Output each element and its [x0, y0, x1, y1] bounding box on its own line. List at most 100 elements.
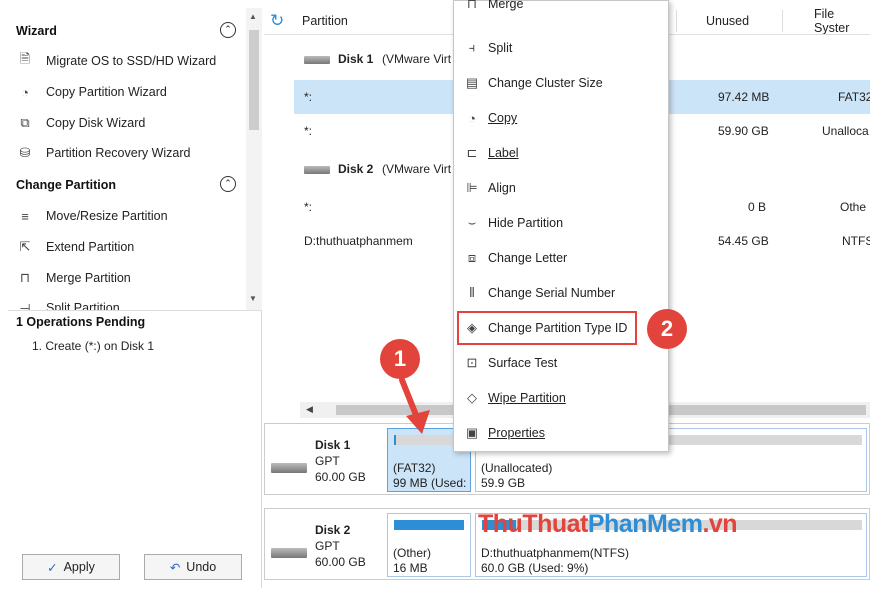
partition-cell: D:thuthuatphanmem — [304, 234, 413, 248]
left-scrollbar[interactable]: ▲ ▼ — [246, 8, 262, 310]
scroll-up-icon[interactable]: ▲ — [249, 12, 257, 21]
merge-partition[interactable]: ⊓ Merge Partition — [16, 267, 246, 289]
partition-line2: 59.9 GB — [481, 476, 526, 490]
menu-label: Merge — [488, 0, 524, 11]
menu-label: Align — [488, 181, 516, 195]
disk2-map-type: GPT — [315, 539, 340, 553]
menu-item-change-serial-number[interactable]: ⦀ Change Serial Number — [454, 278, 668, 308]
partition-cell: *: — [304, 200, 313, 214]
copy-partition-wizard[interactable]: ◔ Copy Partition Wizard — [16, 81, 246, 103]
menu-item-copy[interactable]: ◔ Copy — [454, 103, 668, 133]
usage-bar — [394, 520, 464, 530]
wipe-icon: ◇ — [467, 390, 477, 405]
apply-label: Apply — [63, 560, 95, 574]
col-fs-header[interactable]: File Syster — [814, 7, 870, 35]
label-icon: ⊏ — [466, 145, 478, 160]
disk2-map-name: Disk 2 — [315, 523, 351, 537]
menu-item-label[interactable]: ⊏ Label — [454, 138, 668, 168]
copy-disk-icon: ⧉ — [20, 115, 30, 130]
align-icon: ⊫ — [466, 180, 478, 195]
disk1-name: Disk 1 — [338, 52, 374, 66]
scroll-thumb[interactable] — [249, 30, 259, 130]
migrate-os-wizard[interactable]: 🗎 Migrate OS to SSD/HD Wizard — [16, 50, 246, 72]
nav-label: Partition Recovery Wizard — [46, 146, 191, 160]
col-unused-header[interactable]: Unused — [706, 8, 749, 34]
hide-icon: ⌣ — [467, 215, 477, 230]
fs-cell: Othe — [840, 200, 867, 214]
menu-label: Wipe Partition — [488, 391, 566, 405]
partition-line1: (Unallocated) — [481, 461, 553, 475]
extend-partition[interactable]: ⇱ Extend Partition — [16, 236, 246, 258]
nav-label: Extend Partition — [46, 240, 135, 254]
undo-button[interactable]: ↶ Undo — [144, 554, 242, 580]
partition-line1: D:thuthuatphanmem(NTFS) — [481, 546, 630, 560]
pending-item[interactable]: 1. Create (*:) on Disk 1 — [32, 339, 154, 353]
menu-item-properties[interactable]: ▣ Properties — [454, 418, 668, 448]
menu-item-align[interactable]: ⊫ Align — [454, 173, 668, 203]
unused-cell: 54.45 GB — [718, 234, 769, 248]
partition-line1: (Other) — [393, 546, 432, 560]
disk2-map-icon — [271, 545, 315, 559]
menu-label: Split — [488, 41, 513, 55]
menu-item-hide-partition[interactable]: ⌣ Hide Partition — [454, 208, 668, 238]
menu-label: Properties — [488, 426, 545, 440]
surface-test-icon: ⊡ — [466, 355, 478, 370]
col-partition-header[interactable]: Partition — [302, 8, 348, 34]
menu-label: Hide Partition — [488, 216, 564, 230]
disk-icon — [304, 165, 330, 174]
split-partition[interactable]: ⊣ Split Partition — [16, 298, 246, 310]
nav-label: Move/Resize Partition — [46, 209, 168, 223]
refresh-icon[interactable]: ↻ — [270, 11, 284, 31]
menu-label: Copy — [488, 111, 518, 125]
collapse-wizard-icon[interactable]: ⌃ — [220, 22, 236, 38]
menu-label: Change Letter — [488, 251, 568, 265]
disk2-partition-other[interactable]: (Other) 16 MB — [387, 513, 471, 577]
fs-cell: NTFS — [842, 234, 870, 248]
usage-fill — [394, 435, 396, 445]
split-icon: ⊣ — [19, 301, 31, 310]
divider — [8, 310, 262, 311]
menu-item-split[interactable]: ⫞ Split — [454, 33, 668, 63]
apply-button[interactable]: ✓ Apply — [22, 554, 120, 580]
nav-label: Merge Partition — [46, 271, 131, 285]
copy-disk-wizard[interactable]: ⧉ Copy Disk Wizard — [16, 112, 246, 134]
check-icon: ✓ — [47, 560, 58, 575]
scroll-down-icon[interactable]: ▼ — [249, 294, 257, 303]
disk1-map-name: Disk 1 — [315, 438, 351, 452]
scroll-left-icon[interactable]: ◀ — [306, 404, 313, 415]
move-resize-partition[interactable]: ≡ Move/Resize Partition — [16, 205, 246, 227]
disk1-label-cell: Disk 1 — [304, 52, 373, 66]
wizard-section-title: Wizard — [16, 24, 57, 38]
nav-label: Copy Partition Wizard — [46, 85, 167, 99]
partition-line2: 99 MB (Used: — [393, 476, 467, 490]
fs-cell: FAT32 — [838, 90, 870, 104]
properties-icon: ▣ — [465, 425, 479, 440]
menu-item-change-letter[interactable]: ⧈ Change Letter — [454, 243, 668, 273]
partition-line2: 60.0 GB (Used: 9%) — [481, 561, 589, 575]
undo-icon: ↶ — [169, 560, 181, 575]
menu-item-wipe-partition[interactable]: ◇ Wipe Partition — [454, 383, 668, 413]
fs-cell: Unalloca — [822, 124, 869, 138]
watermark-part3: .vn — [702, 510, 738, 538]
unused-cell: 97.42 MB — [718, 90, 770, 104]
disk-icon — [304, 55, 330, 64]
undo-label: Undo — [186, 560, 217, 574]
serial-number-icon: ⦀ — [469, 285, 475, 300]
col-separator — [782, 10, 783, 32]
menu-item-change-cluster-size[interactable]: ▤ Change Cluster Size — [454, 68, 668, 98]
menu-label: Surface Test — [488, 356, 558, 370]
collapse-change-icon[interactable]: ⌃ — [220, 176, 236, 192]
menu-label: Change Cluster Size — [488, 76, 603, 90]
menu-item-surface-test[interactable]: ⊡ Surface Test — [454, 348, 668, 378]
watermark-part1: ThuThuat — [478, 510, 588, 538]
partition-cell: *: — [304, 124, 313, 138]
merge-icon: ⊓ — [466, 0, 478, 11]
disk2-desc: (VMware Virt — [382, 162, 452, 176]
partition-recovery-wizard[interactable]: ⛁ Partition Recovery Wizard — [16, 142, 246, 164]
menu-label: Label — [488, 146, 519, 160]
partition-recovery-icon: ⛁ — [19, 145, 31, 160]
menu-item-merge[interactable]: ⊓ Merge — [454, 0, 668, 16]
disk1-map-type: GPT — [315, 454, 340, 468]
context-menu: ⊓ Merge ⫞ Split ▤ Change Cluster Size ◔ Copy… — [453, 0, 669, 452]
menu-label: Change Serial Number — [488, 286, 616, 300]
